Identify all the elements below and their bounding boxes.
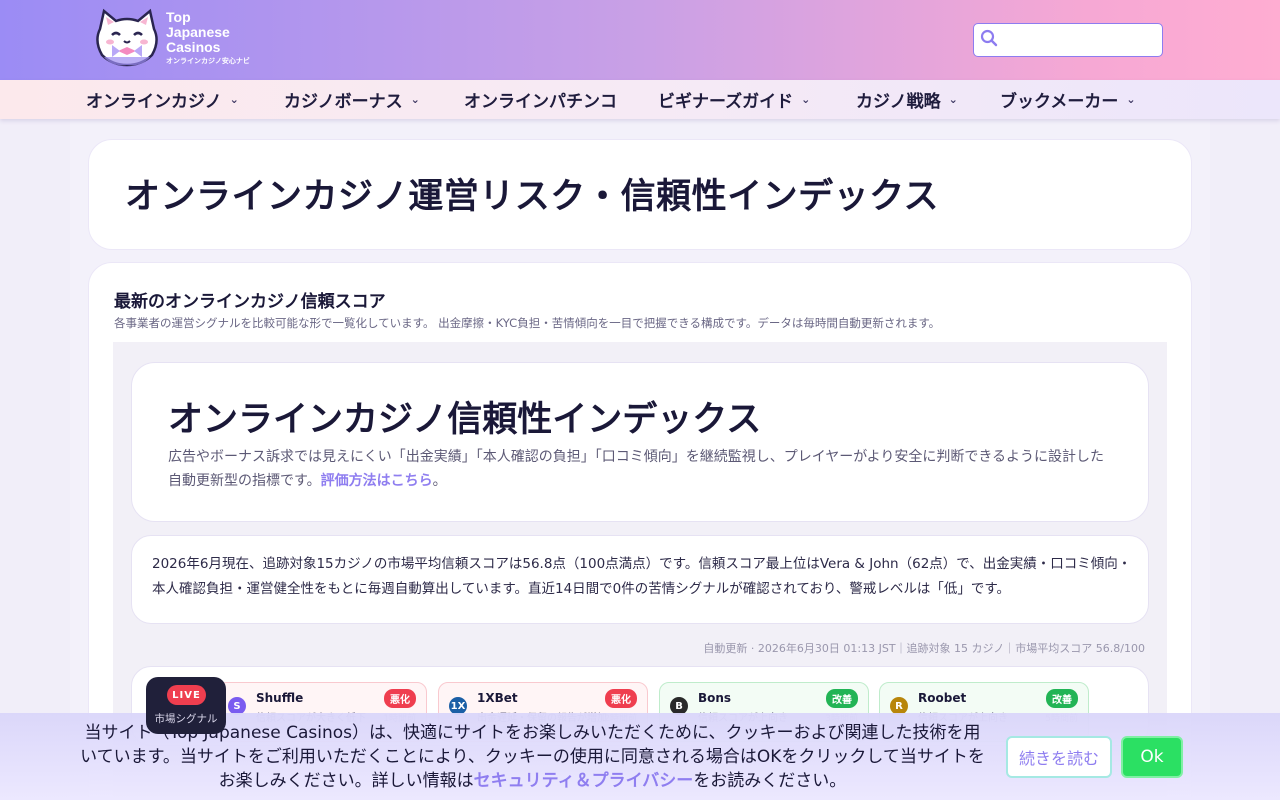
chevron-down-icon: ⌄ xyxy=(410,93,420,106)
ticker-casino-name: Roobet xyxy=(918,691,967,705)
nav-item-label: ビギナーズガイド xyxy=(658,92,794,112)
chevron-down-icon: ⌄ xyxy=(801,93,811,106)
chevron-down-icon: ⌄ xyxy=(948,93,958,106)
nav-item-beginners-guide[interactable]: ビギナーズガイド ⌄ xyxy=(658,80,810,119)
ticker-casino-name: Bons xyxy=(698,691,732,705)
search-box[interactable] xyxy=(973,23,1163,57)
read-more-button[interactable]: 続きを読む xyxy=(1006,736,1112,778)
nav-item-label: カジノ戦略 xyxy=(856,92,941,112)
index-intro-text: 広告やボーナス訴求では見えにくい「出金実績」「本人確認の負担」「口コミ傾向」を継… xyxy=(168,449,1105,489)
logo-name-line3: Casinos xyxy=(166,39,221,55)
chevron-down-icon: ⌄ xyxy=(1126,93,1136,106)
logo-name-line1: Top xyxy=(166,9,191,25)
index-intro-card: オンラインカジノ信頼性インデックス 広告やボーナス訴求では見えにくい「出金実績」… xyxy=(131,362,1149,522)
logo-text: Top Japanese Casinos オンラインカジノ安心ナビ xyxy=(166,10,250,66)
live-signal-panel[interactable]: LIVE 市場シグナル xyxy=(146,677,226,734)
live-badge: LIVE xyxy=(167,685,206,705)
ticker-status-badge: 改善 xyxy=(1046,689,1078,708)
section-description: 各事業者の運営シグナルを比較可能な形で一覧化しています。 出金摩擦・KYC負担・… xyxy=(114,316,941,330)
methodology-link[interactable]: 評価方法はこちら xyxy=(321,473,433,489)
site-logo[interactable]: Top Japanese Casinos オンラインカジノ安心ナビ xyxy=(92,6,252,70)
index-intro: 広告やボーナス訴求では見えにくい「出金実績」「本人確認の負担」「口コミ傾向」を継… xyxy=(168,445,1118,493)
ticker-status-badge: 改善 xyxy=(826,689,858,708)
market-summary-card: 2026年6月現在、追跡対象15カジノの市場平均信頼スコアは56.8点（100点… xyxy=(131,535,1149,624)
search-input[interactable] xyxy=(1002,26,1152,54)
main-nav: オンラインカジノ ⌄ カジノボーナス ⌄ オンラインパチンコ ビギナーズガイド … xyxy=(0,80,1280,119)
search-icon xyxy=(980,29,998,51)
nav-item-bookmaker[interactable]: ブックメーカー ⌄ xyxy=(1000,80,1136,119)
update-meta: 自動更新 · 2026年6月30日 01:13 JST｜追跡対象 15 カジノ｜… xyxy=(703,642,1145,655)
logo-name-line2: Japanese xyxy=(166,24,230,40)
ok-button[interactable]: Ok xyxy=(1121,736,1183,778)
nav-item-casino-strategy[interactable]: カジノ戦略 ⌄ xyxy=(856,80,958,119)
nav-item-online-pachinko[interactable]: オンラインパチンコ xyxy=(464,80,617,119)
privacy-link[interactable]: セキュリティ＆プライバシー xyxy=(474,771,694,791)
index-heading: オンラインカジノ信頼性インデックス xyxy=(168,400,762,440)
cookie-text-end: をお読みください。 xyxy=(693,771,847,791)
nav-item-label: オンラインカジノ xyxy=(86,92,222,112)
ticker-casino-name: 1XBet xyxy=(477,691,518,705)
market-summary: 2026年6月現在、追跡対象15カジノの市場平均信頼スコアは56.8点（100点… xyxy=(152,556,1132,597)
ticker-casino-name: Shuffle xyxy=(256,691,304,705)
nav-item-online-casino[interactable]: オンラインカジノ ⌄ xyxy=(86,80,239,119)
nav-item-label: カジノボーナス xyxy=(284,92,403,112)
nav-item-label: オンラインパチンコ xyxy=(464,92,617,112)
ticker-status-badge: 悪化 xyxy=(605,689,637,708)
nav-item-casino-bonus[interactable]: カジノボーナス ⌄ xyxy=(284,80,420,119)
site-header: Top Japanese Casinos オンラインカジノ安心ナビ xyxy=(0,0,1280,80)
page-title-card: オンラインカジノ運営リスク・信頼性インデックス xyxy=(88,139,1192,250)
chevron-down-icon: ⌄ xyxy=(229,93,239,106)
nav-item-label: ブックメーカー xyxy=(1000,92,1119,112)
page-title: オンラインカジノ運営リスク・信頼性インデックス xyxy=(125,177,940,217)
cat-mascot-icon xyxy=(92,7,162,69)
ticker-status-badge: 悪化 xyxy=(384,689,416,708)
section-title: 最新のオンラインカジノ信頼スコア xyxy=(114,292,386,312)
index-intro-end: 。 xyxy=(432,473,447,489)
live-label: 市場シグナル xyxy=(154,713,218,725)
logo-tagline: オンラインカジノ安心ナビ xyxy=(166,58,250,65)
